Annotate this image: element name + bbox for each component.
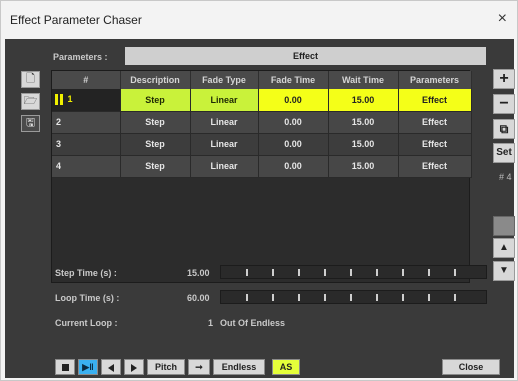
wait-time-cell[interactable]: 15.00 bbox=[328, 133, 399, 156]
step-time-slider[interactable] bbox=[220, 265, 487, 279]
slider-tick bbox=[272, 269, 274, 276]
current-loop-label: Current Loop : bbox=[55, 318, 118, 328]
next-icon bbox=[131, 363, 137, 372]
slider-tick bbox=[272, 294, 274, 301]
table-row[interactable]: 3 Step Linear 0.00 15.00 Effect bbox=[52, 133, 472, 156]
new-icon[interactable]: 🗋 bbox=[21, 71, 40, 88]
current-loop-value: 1 bbox=[208, 318, 214, 328]
move-up-button[interactable]: ▲ bbox=[493, 238, 515, 258]
playing-indicator-icon bbox=[55, 94, 58, 106]
slider-tick bbox=[454, 294, 456, 301]
wait-time-cell[interactable]: 15.00 bbox=[328, 89, 399, 112]
fade-time-cell[interactable]: 0.00 bbox=[258, 155, 329, 178]
main-panel: Parameters : Effect 🗋 🗁 🖫 # Description … bbox=[5, 39, 515, 378]
endless-button[interactable]: Endless bbox=[213, 359, 265, 375]
slider-tick bbox=[454, 269, 456, 276]
table-row[interactable]: 2 Step Linear 0.00 15.00 Effect bbox=[52, 111, 472, 134]
fade-type-cell[interactable]: Linear bbox=[190, 111, 259, 134]
slider-tick bbox=[402, 294, 404, 301]
arrow-right-icon: ➞ bbox=[195, 362, 203, 372]
slider-tick bbox=[350, 269, 352, 276]
wait-time-cell[interactable]: 15.00 bbox=[328, 111, 399, 134]
play-pause-icon: ▶‖ bbox=[82, 362, 94, 372]
slider-tick bbox=[428, 269, 430, 276]
step-number-cell: 4 bbox=[52, 155, 121, 178]
description-cell[interactable]: Step bbox=[120, 89, 191, 112]
add-step-button[interactable]: + bbox=[493, 69, 515, 89]
pitch-button[interactable]: Pitch bbox=[147, 359, 185, 375]
fade-time-cell[interactable]: 0.00 bbox=[258, 133, 329, 156]
save-icon[interactable]: 🖫 bbox=[21, 115, 40, 132]
parameters-label: Parameters : bbox=[53, 52, 108, 62]
remove-step-button[interactable]: − bbox=[493, 94, 515, 114]
parameters-cell[interactable]: Effect bbox=[398, 155, 472, 178]
column-header-wait-time[interactable]: Wait Time bbox=[328, 71, 399, 89]
loop-time-label: Loop Time (s) : bbox=[55, 293, 120, 303]
step-time-label: Step Time (s) : bbox=[55, 268, 117, 278]
slider-tick bbox=[350, 294, 352, 301]
step-count: # 4 bbox=[499, 172, 512, 182]
previous-icon bbox=[108, 363, 114, 372]
pitch-label: Pitch bbox=[154, 362, 177, 372]
window-title: Effect Parameter Chaser bbox=[10, 13, 142, 27]
open-folder-icon[interactable]: 🗁 bbox=[21, 93, 40, 110]
loop-time-slider[interactable] bbox=[220, 290, 487, 304]
parameters-cell[interactable]: Effect bbox=[398, 89, 472, 112]
stop-icon bbox=[61, 364, 69, 372]
playing-indicator-icon bbox=[60, 94, 63, 106]
table-row[interactable]: 1 Step Linear 0.00 15.00 Effect bbox=[52, 89, 472, 112]
slider-tick bbox=[246, 294, 248, 301]
slider-tick bbox=[376, 294, 378, 301]
close-button[interactable]: Close bbox=[442, 359, 500, 375]
description-cell[interactable]: Step bbox=[120, 155, 191, 178]
parameters-field[interactable]: Effect bbox=[125, 47, 486, 65]
step-number-cell: 2 bbox=[52, 111, 121, 134]
slider-tick bbox=[298, 269, 300, 276]
step-number-cell: 1 bbox=[52, 89, 121, 112]
slider-tick bbox=[376, 269, 378, 276]
parameters-cell[interactable]: Effect bbox=[398, 111, 472, 134]
table-header-row: # Description Fade Type Fade Time Wait T… bbox=[52, 71, 472, 89]
table-row[interactable]: 4 Step Linear 0.00 15.00 Effect bbox=[52, 155, 472, 178]
fade-time-cell[interactable]: 0.00 bbox=[258, 111, 329, 134]
wait-time-cell[interactable]: 15.00 bbox=[328, 155, 399, 178]
fade-type-cell[interactable]: Linear bbox=[190, 155, 259, 178]
expand-icon[interactable] bbox=[493, 216, 515, 236]
slider-tick bbox=[298, 294, 300, 301]
column-header-fade-time[interactable]: Fade Time bbox=[258, 71, 329, 89]
loop-time-value[interactable]: 60.00 bbox=[187, 293, 210, 303]
as-button[interactable]: AS bbox=[272, 359, 300, 375]
column-header-parameters[interactable]: Parameters bbox=[398, 71, 472, 89]
column-header-fade-type[interactable]: Fade Type bbox=[190, 71, 259, 89]
parameters-cell[interactable]: Effect bbox=[398, 133, 472, 156]
effect-parameter-chaser-window: Effect Parameter Chaser × Parameters : E… bbox=[0, 0, 518, 381]
fade-time-cell[interactable]: 0.00 bbox=[258, 89, 329, 112]
step-number-cell: 3 bbox=[52, 133, 121, 156]
set-button[interactable]: Set bbox=[493, 143, 515, 163]
play-pause-button[interactable]: ▶‖ bbox=[78, 359, 98, 375]
step-time-value[interactable]: 15.00 bbox=[187, 268, 210, 278]
slider-tick bbox=[324, 294, 326, 301]
fade-type-cell[interactable]: Linear bbox=[190, 133, 259, 156]
steps-table: # Description Fade Type Fade Time Wait T… bbox=[51, 70, 472, 283]
move-down-button[interactable]: ▼ bbox=[493, 261, 515, 281]
previous-button[interactable] bbox=[101, 359, 121, 375]
close-icon[interactable]: × bbox=[498, 10, 507, 28]
column-header-description[interactable]: Description bbox=[120, 71, 191, 89]
direction-button[interactable]: ➞ bbox=[188, 359, 210, 375]
description-cell[interactable]: Step bbox=[120, 133, 191, 156]
step-number: 1 bbox=[67, 94, 73, 105]
slider-tick bbox=[402, 269, 404, 276]
copy-icon[interactable]: ⧉ bbox=[493, 119, 515, 139]
stop-button[interactable] bbox=[55, 359, 75, 375]
current-loop-suffix: Out Of Endless bbox=[220, 318, 286, 328]
column-header-number[interactable]: # bbox=[52, 71, 121, 89]
description-cell[interactable]: Step bbox=[120, 111, 191, 134]
slider-tick bbox=[324, 269, 326, 276]
fade-type-cell[interactable]: Linear bbox=[190, 89, 259, 112]
next-button[interactable] bbox=[124, 359, 144, 375]
title-bar: Effect Parameter Chaser × bbox=[1, 1, 517, 39]
slider-tick bbox=[428, 294, 430, 301]
slider-tick bbox=[246, 269, 248, 276]
